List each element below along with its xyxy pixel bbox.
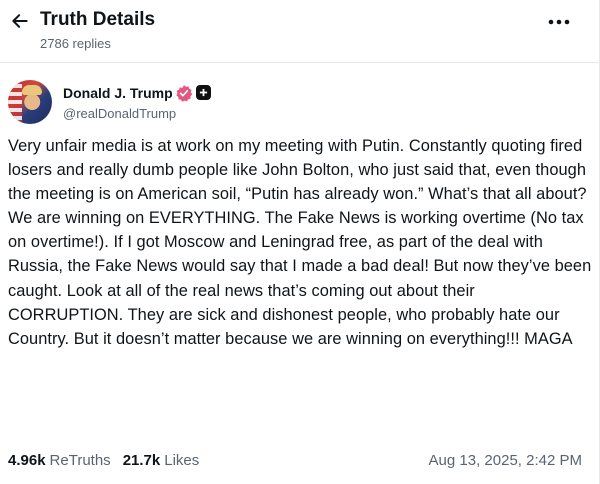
- header: Truth Details 2786 replies: [0, 0, 599, 62]
- avatar[interactable]: [8, 80, 52, 124]
- retruths-stat[interactable]: 4.96k ReTruths: [8, 450, 111, 472]
- avatar-flag-stripes: [8, 80, 22, 124]
- more-horizontal-icon: [548, 19, 570, 25]
- post-text: Very unfair media is at work on my meeti…: [8, 137, 592, 348]
- likes-label: Likes: [164, 452, 200, 469]
- likes-stat[interactable]: 21.7k Likes: [123, 450, 200, 472]
- verified-badge-icon: [176, 85, 193, 102]
- reply-count: 2786 replies: [40, 36, 111, 51]
- author-name[interactable]: Donald J. Trump: [63, 84, 173, 102]
- likes-count: 21.7k: [122, 452, 161, 469]
- more-options-button[interactable]: [545, 12, 573, 32]
- plus-icon: [199, 88, 208, 97]
- header-divider: [0, 62, 599, 63]
- author-handle[interactable]: @realDonaldTrump: [63, 106, 176, 122]
- back-button[interactable]: [8, 9, 32, 33]
- retruths-count: 4.96k: [8, 452, 46, 469]
- retruths-label: ReTruths: [49, 452, 111, 469]
- plus-badge-icon: [196, 85, 211, 100]
- arrow-left-icon: [12, 14, 28, 28]
- page-title: Truth Details: [40, 9, 156, 30]
- truth-details-panel: Truth Details 2786 replies Donald J. Tru…: [0, 0, 600, 484]
- post-timestamp: Aug 13, 2025, 2:42 PM: [428, 452, 582, 469]
- post-stats: 4.96k ReTruths 21.7k Likes: [8, 450, 199, 472]
- avatar-hair: [22, 85, 42, 95]
